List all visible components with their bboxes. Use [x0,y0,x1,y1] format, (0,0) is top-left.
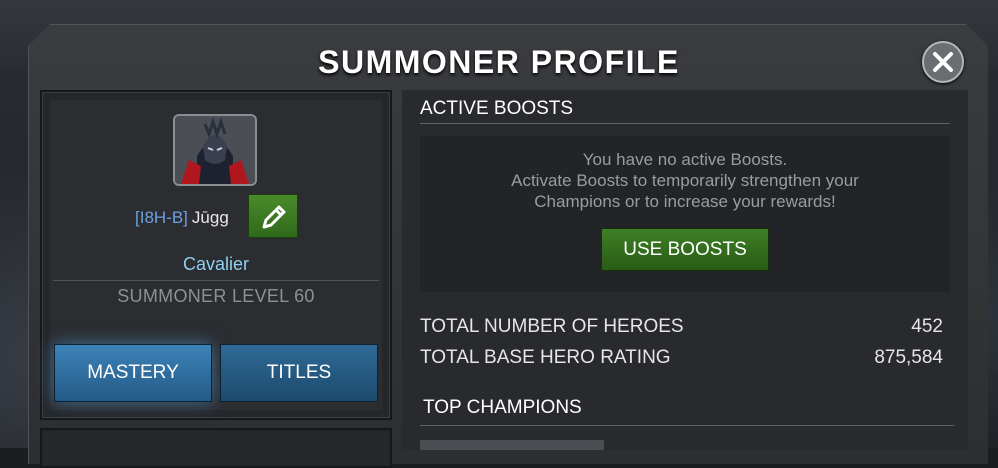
profile-divider [53,280,379,281]
tab-mastery[interactable]: MASTERY [54,344,212,402]
active-boosts-divider [420,123,950,124]
no-boosts-line-1: You have no active Boosts. [582,150,788,169]
edit-profile-button[interactable] [248,194,298,238]
champion-card[interactable] [420,440,604,450]
stat-label: TOTAL NUMBER OF HEROES [420,316,684,337]
top-champions-divider [420,425,954,426]
stat-value: 452 [911,316,943,337]
no-boosts-line-2: Activate Boosts to temporarily strengthe… [511,171,859,190]
modal-title: SUMMONER PROFILE [318,44,680,80]
no-boosts-message: You have no active Boosts. Activate Boos… [420,149,950,212]
active-boosts-heading: ACTIVE BOOSTS [420,98,574,119]
champion-portrait-icon [175,116,255,184]
pencil-icon [262,205,286,229]
stat-label: TOTAL BASE HERO RATING [420,347,671,368]
use-boosts-button[interactable]: USE BOOSTS [601,228,769,271]
stat-row-heroes: TOTAL NUMBER OF HEROES 452 [420,316,943,340]
stat-value: 875,584 [874,347,943,368]
close-button[interactable] [922,41,964,83]
no-boosts-line-3: Champions or to increase your rewards! [534,192,836,211]
profile-panel-lower [40,428,392,468]
summoner-level: SUMMONER LEVEL 60 [117,286,315,306]
alliance-tag: [I8H-B] [135,208,188,227]
summoner-title: Cavalier [182,254,250,274]
summoner-avatar[interactable] [173,114,257,186]
stat-row-hero-rating: TOTAL BASE HERO RATING 875,584 [420,347,943,371]
summoner-name-row: [I8H-B] Jūgg [135,208,229,230]
summoner-name: Jūgg [191,208,229,227]
top-champions-heading: TOP CHAMPIONS [423,397,582,418]
tab-titles[interactable]: TITLES [220,344,378,402]
close-icon [933,52,953,72]
